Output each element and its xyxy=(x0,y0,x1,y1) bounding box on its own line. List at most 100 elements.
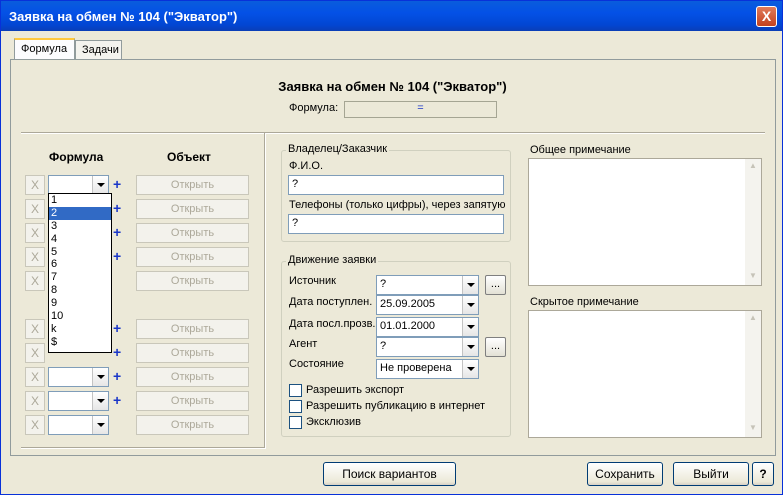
dropdown-option[interactable]: 3 xyxy=(49,220,111,233)
dropdown-option[interactable]: 1 xyxy=(49,194,111,207)
state-combo[interactable]: Не проверена xyxy=(376,359,479,379)
open-object-button[interactable]: Открыть xyxy=(136,343,249,363)
title-bar[interactable]: Заявка на обмен № 104 ("Экватор") X xyxy=(1,1,782,31)
dropdown-option[interactable]: 4 xyxy=(49,233,111,246)
fio-label: Ф.И.О. xyxy=(289,160,323,172)
dropdown-option[interactable]: 8 xyxy=(49,284,111,297)
search-variants-button[interactable]: Поиск вариантов xyxy=(323,462,456,486)
dropdown-option[interactable]: $ xyxy=(49,336,111,349)
save-button[interactable]: Сохранить xyxy=(587,462,663,486)
movement-group-title: Движение заявки xyxy=(286,254,379,266)
plus-icon[interactable]: + xyxy=(113,392,121,408)
open-object-button[interactable]: Открыть xyxy=(136,391,249,411)
open-object-button[interactable]: Открыть xyxy=(136,223,249,243)
chevron-down-icon[interactable] xyxy=(92,416,108,434)
plus-icon[interactable]: + xyxy=(113,368,121,384)
dropdown-option[interactable]: 9 xyxy=(49,297,111,310)
chevron-down-icon[interactable] xyxy=(92,176,108,194)
scrollbar[interactable]: ▲ ▼ xyxy=(745,159,761,285)
open-object-button[interactable]: Открыть xyxy=(136,199,249,219)
date-in-picker[interactable]: 25.09.2005 xyxy=(376,295,479,315)
chevron-down-icon[interactable] xyxy=(462,360,478,378)
chevron-down-icon[interactable] xyxy=(462,296,478,314)
date-last-picker[interactable]: 01.01.2000 xyxy=(376,317,479,337)
hidden-note-label: Скрытое примечание xyxy=(530,296,639,308)
plus-icon[interactable]: + xyxy=(113,248,121,264)
export-checkbox-label: Разрешить экспорт xyxy=(306,384,405,396)
scroll-down-icon[interactable]: ▼ xyxy=(747,271,759,283)
exclusive-checkbox-label: Эксклюзив xyxy=(306,416,361,428)
remove-row-button[interactable]: X xyxy=(25,271,45,291)
general-note-textarea[interactable]: ▲ ▼ xyxy=(528,158,762,286)
remove-row-button[interactable]: X xyxy=(25,367,45,387)
chevron-down-icon[interactable] xyxy=(462,338,478,356)
tab-formula[interactable]: Формула xyxy=(14,38,75,60)
formula-combo[interactable] xyxy=(48,391,109,411)
scrollbar[interactable]: ▲ ▼ xyxy=(745,311,761,437)
dropdown-option[interactable]: 5 xyxy=(49,246,111,259)
dropdown-option[interactable]: 6 xyxy=(49,258,111,271)
open-object-button[interactable]: Открыть xyxy=(136,367,249,387)
plus-icon[interactable]: + xyxy=(113,200,121,216)
remove-row-button[interactable]: X xyxy=(25,175,45,195)
chevron-down-icon[interactable] xyxy=(462,318,478,336)
source-browse-button[interactable]: ... xyxy=(485,275,506,295)
left-bottom-divider xyxy=(21,447,265,449)
scroll-down-icon[interactable]: ▼ xyxy=(747,423,759,435)
header-divider xyxy=(21,132,765,134)
remove-row-button[interactable]: X xyxy=(25,199,45,219)
formula-combo[interactable] xyxy=(48,415,109,435)
dropdown-option[interactable]: 10 xyxy=(49,310,111,323)
open-object-button[interactable]: Открыть xyxy=(136,175,249,195)
hidden-note-textarea[interactable]: ▲ ▼ xyxy=(528,310,762,438)
publish-checkbox[interactable] xyxy=(289,400,302,413)
remove-row-button[interactable]: X xyxy=(25,223,45,243)
dropdown-option[interactable]: 2 xyxy=(49,206,111,220)
agent-combo[interactable]: ? xyxy=(376,337,479,357)
close-button[interactable]: X xyxy=(756,6,777,27)
fio-input[interactable]: ? xyxy=(288,175,504,195)
owner-group-title: Владелец/Заказчик xyxy=(286,143,390,155)
phones-input[interactable]: ? xyxy=(288,214,504,234)
dropdown-option[interactable]: 7 xyxy=(49,271,111,284)
scroll-up-icon[interactable]: ▲ xyxy=(747,313,759,325)
formula-value: = xyxy=(344,101,497,118)
plus-icon[interactable]: + xyxy=(113,176,121,192)
state-value: Не проверена xyxy=(380,362,452,374)
date-last-label: Дата посл.прозв. xyxy=(289,318,376,330)
open-object-button[interactable]: Открыть xyxy=(136,319,249,339)
left-divider xyxy=(264,133,266,449)
help-button[interactable]: ? xyxy=(752,462,774,486)
open-object-button[interactable]: Открыть xyxy=(136,415,249,435)
chevron-down-icon[interactable] xyxy=(92,368,108,386)
formula-combo[interactable] xyxy=(48,367,109,387)
plus-icon[interactable]: + xyxy=(113,224,121,240)
scroll-up-icon[interactable]: ▲ xyxy=(747,161,759,173)
formula-dropdown-list[interactable]: 1 2 3 4 5 6 7 8 9 10 k $ xyxy=(48,193,112,353)
remove-row-button[interactable]: X xyxy=(25,247,45,267)
exit-button[interactable]: Выйти xyxy=(673,462,749,486)
chevron-down-icon[interactable] xyxy=(92,392,108,410)
source-combo[interactable]: ? xyxy=(376,275,479,295)
open-object-button[interactable]: Открыть xyxy=(136,247,249,267)
source-value: ? xyxy=(380,278,387,290)
open-object-button[interactable]: Открыть xyxy=(136,271,249,291)
exclusive-checkbox[interactable] xyxy=(289,416,302,429)
agent-label: Агент xyxy=(289,338,318,350)
chevron-down-icon[interactable] xyxy=(462,276,478,294)
phones-label: Телефоны (только цифры), через запятую xyxy=(289,199,506,211)
formula-combo[interactable] xyxy=(48,175,109,195)
agent-browse-button[interactable]: ... xyxy=(485,337,506,357)
application-window: Заявка на обмен № 104 ("Экватор") X Форм… xyxy=(0,0,783,495)
date-last-value: 01.01.2000 xyxy=(380,320,436,332)
date-in-value: 25.09.2005 xyxy=(380,298,436,310)
remove-row-button[interactable]: X xyxy=(25,343,45,363)
remove-row-button[interactable]: X xyxy=(25,319,45,339)
remove-row-button[interactable]: X xyxy=(25,391,45,411)
tab-tasks[interactable]: Задачи xyxy=(75,40,122,60)
export-checkbox[interactable] xyxy=(289,384,302,397)
plus-icon[interactable]: + xyxy=(113,344,121,360)
plus-icon[interactable]: + xyxy=(113,320,121,336)
dropdown-option[interactable]: k xyxy=(49,323,111,336)
remove-row-button[interactable]: X xyxy=(25,415,45,435)
